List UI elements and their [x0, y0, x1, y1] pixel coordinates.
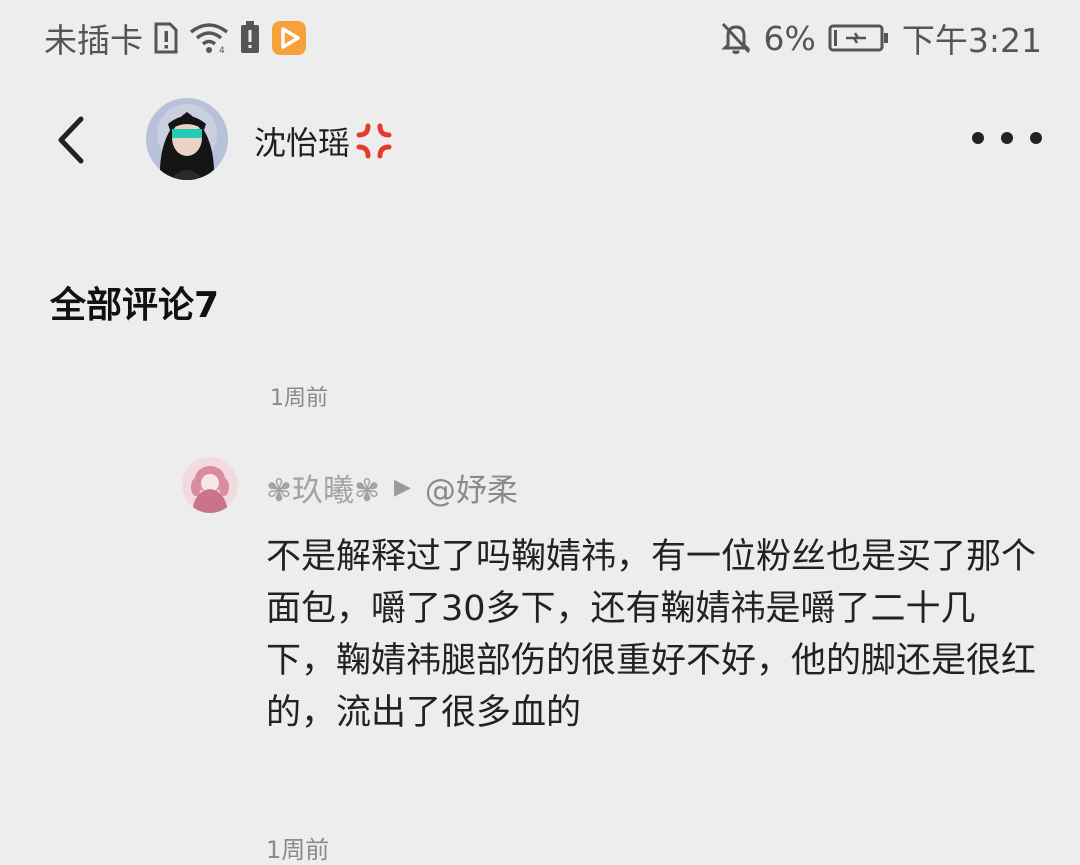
reply-text: 不是解释过了吗鞠婧祎，有一位粉丝也是买了那个面包，嚼了30多下，还有鞠婧祎是嚼了… [266, 537, 1037, 733]
comment-timestamp: 1周前 [270, 386, 328, 411]
more-horizontal-icon [972, 132, 984, 144]
battery-small-icon [239, 21, 261, 55]
svg-text:4: 4 [219, 46, 225, 54]
status-bar-left: 未插卡 4 [44, 16, 307, 60]
avatar-image [146, 98, 228, 180]
sim-alert-icon [153, 22, 179, 54]
carrier-label: 未插卡 [44, 21, 143, 60]
video-app-icon [271, 20, 307, 56]
reply-header: ✾玖曦✾ ▶ @妤柔 [266, 465, 518, 510]
chat-header: 沈怡瑶 [0, 90, 1080, 190]
chat-user-name[interactable]: 沈怡瑶 [254, 118, 394, 164]
more-options-button[interactable] [972, 118, 1042, 158]
reply-author-name[interactable]: ✾玖曦✾ [266, 465, 380, 510]
all-comments-title: 全部评论7 [50, 285, 220, 326]
user-name-text: 沈怡瑶 [254, 124, 351, 162]
avatar[interactable] [182, 457, 238, 513]
reply-timestamp: 1周前 [266, 836, 330, 864]
wifi-icon: 4 [189, 22, 229, 54]
status-bar-right: 6% 下午3:21 [720, 16, 1042, 60]
chevron-left-icon [58, 116, 84, 164]
more-dot [1001, 132, 1013, 144]
avatar[interactable] [146, 98, 228, 180]
reply-avatar-image [182, 457, 238, 513]
status-bar: 未插卡 4 6% 下午3:21 [0, 0, 1080, 76]
back-button[interactable] [40, 110, 100, 170]
anger-emoji-icon [354, 121, 394, 161]
clock: 下午3:21 [901, 21, 1042, 60]
reply-arrow-icon: ▶ [393, 475, 411, 500]
reply-target-mention[interactable]: @妤柔 [425, 465, 518, 510]
battery-percent: 6% [763, 18, 816, 58]
bell-off-icon [720, 21, 752, 55]
battery-charging-icon [828, 23, 890, 53]
more-dot [1030, 132, 1042, 144]
